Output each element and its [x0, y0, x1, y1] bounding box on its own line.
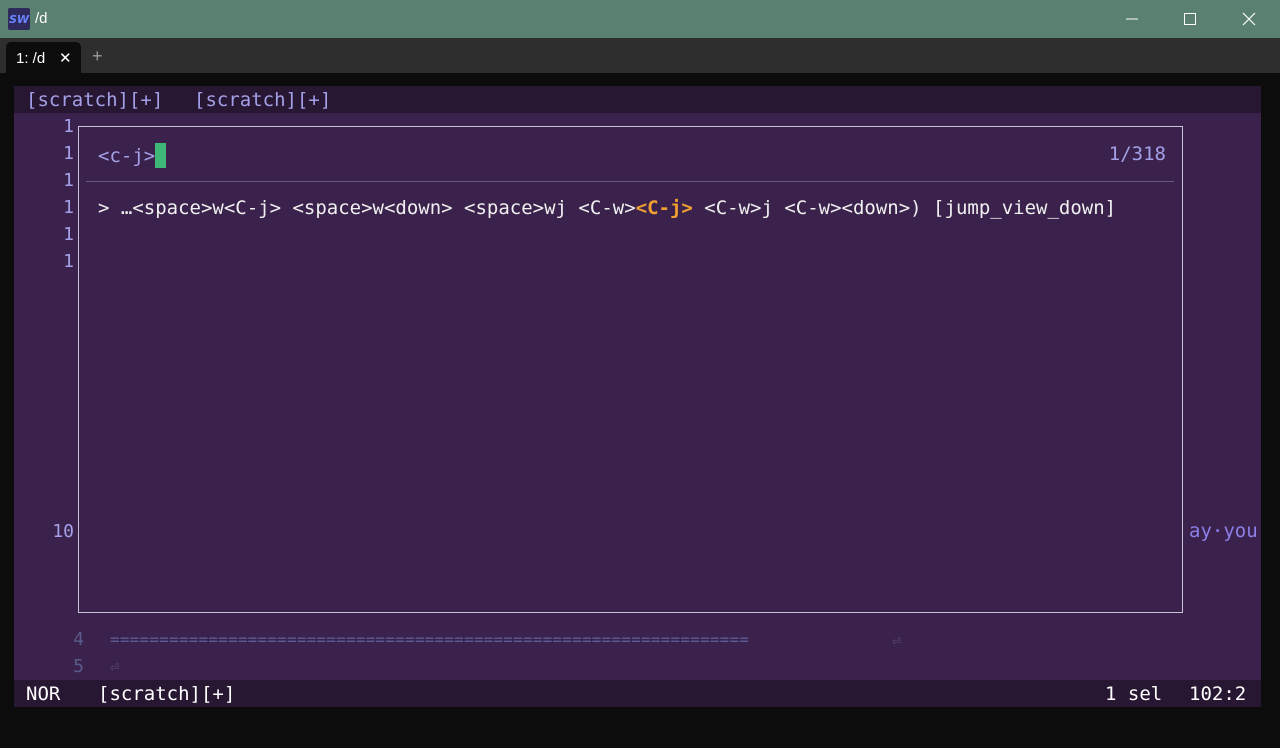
minimize-button[interactable] — [1103, 0, 1161, 38]
maximize-icon — [1184, 13, 1196, 25]
picker-result-count: 1/318 — [1108, 143, 1166, 165]
minimize-icon — [1126, 18, 1138, 20]
window-title: /d — [35, 10, 48, 27]
line-number: 4 — [73, 629, 84, 650]
picker-query: <c-j> — [98, 145, 156, 167]
new-tab-icon[interactable]: + — [92, 47, 103, 65]
command-picker[interactable]: <c-j> 1/318 > …<space>w<C-j> <space>w<do… — [78, 126, 1183, 613]
close-window-button[interactable] — [1220, 0, 1278, 38]
tab-label: 1: /d — [16, 50, 46, 67]
buffer-tab[interactable]: [scratch][+] — [26, 89, 163, 111]
result-text: > …<space>w<C-j> <space>w<down> <space>w… — [98, 197, 636, 219]
line-number: 1 — [63, 170, 74, 191]
line-number: 1 — [63, 197, 74, 218]
statusline: NOR [scratch][+] 1 sel 102:2 — [14, 680, 1261, 707]
buffer-ruler-line: ========================================… — [110, 630, 750, 649]
tab-close-icon[interactable]: ✕ — [59, 51, 72, 66]
result-match-highlight: <C-j> — [635, 197, 693, 219]
picker-divider — [86, 181, 1174, 182]
mode-indicator: NOR — [26, 683, 61, 705]
line-number: 10 — [52, 521, 74, 542]
line-number: 1 — [63, 251, 74, 272]
maximize-button[interactable] — [1161, 0, 1219, 38]
line-number: 5 — [73, 656, 84, 677]
statusline-buffer-name: [scratch][+] — [98, 683, 236, 705]
window-titlebar: SW /d — [0, 0, 1280, 38]
picker-result-item[interactable]: > …<space>w<C-j> <space>w<down> <space>w… — [98, 197, 1116, 219]
result-text: <C-w>j <C-w><down>) [jump_view_down] — [692, 197, 1117, 219]
eol-marker: ⏎ — [892, 632, 902, 650]
eol-marker: ⏎ — [110, 658, 120, 676]
editor-area[interactable]: [scratch][+] [scratch][+] 1 1 1 1 1 1 10… — [14, 86, 1261, 707]
text-cursor — [155, 143, 167, 168]
line-number: 1 — [63, 116, 74, 137]
line-number: 1 — [63, 143, 74, 164]
tab-1[interactable]: 1: /d ✕ — [6, 42, 81, 73]
close-icon — [1242, 12, 1256, 26]
app-icon: SW — [8, 8, 30, 30]
picker-search-input[interactable]: <c-j> — [98, 143, 167, 168]
bufferline: [scratch][+] [scratch][+] — [14, 86, 1261, 113]
tab-bar: 1: /d ✕ + — [0, 38, 1280, 73]
cursor-position: 102:2 — [1189, 683, 1247, 705]
line-number: 1 — [63, 224, 74, 245]
selection-count: 1 sel — [1105, 683, 1163, 705]
buffer-text-fragment: ay·you — [1189, 520, 1258, 542]
buffer-tab[interactable]: [scratch][+] — [194, 89, 331, 111]
